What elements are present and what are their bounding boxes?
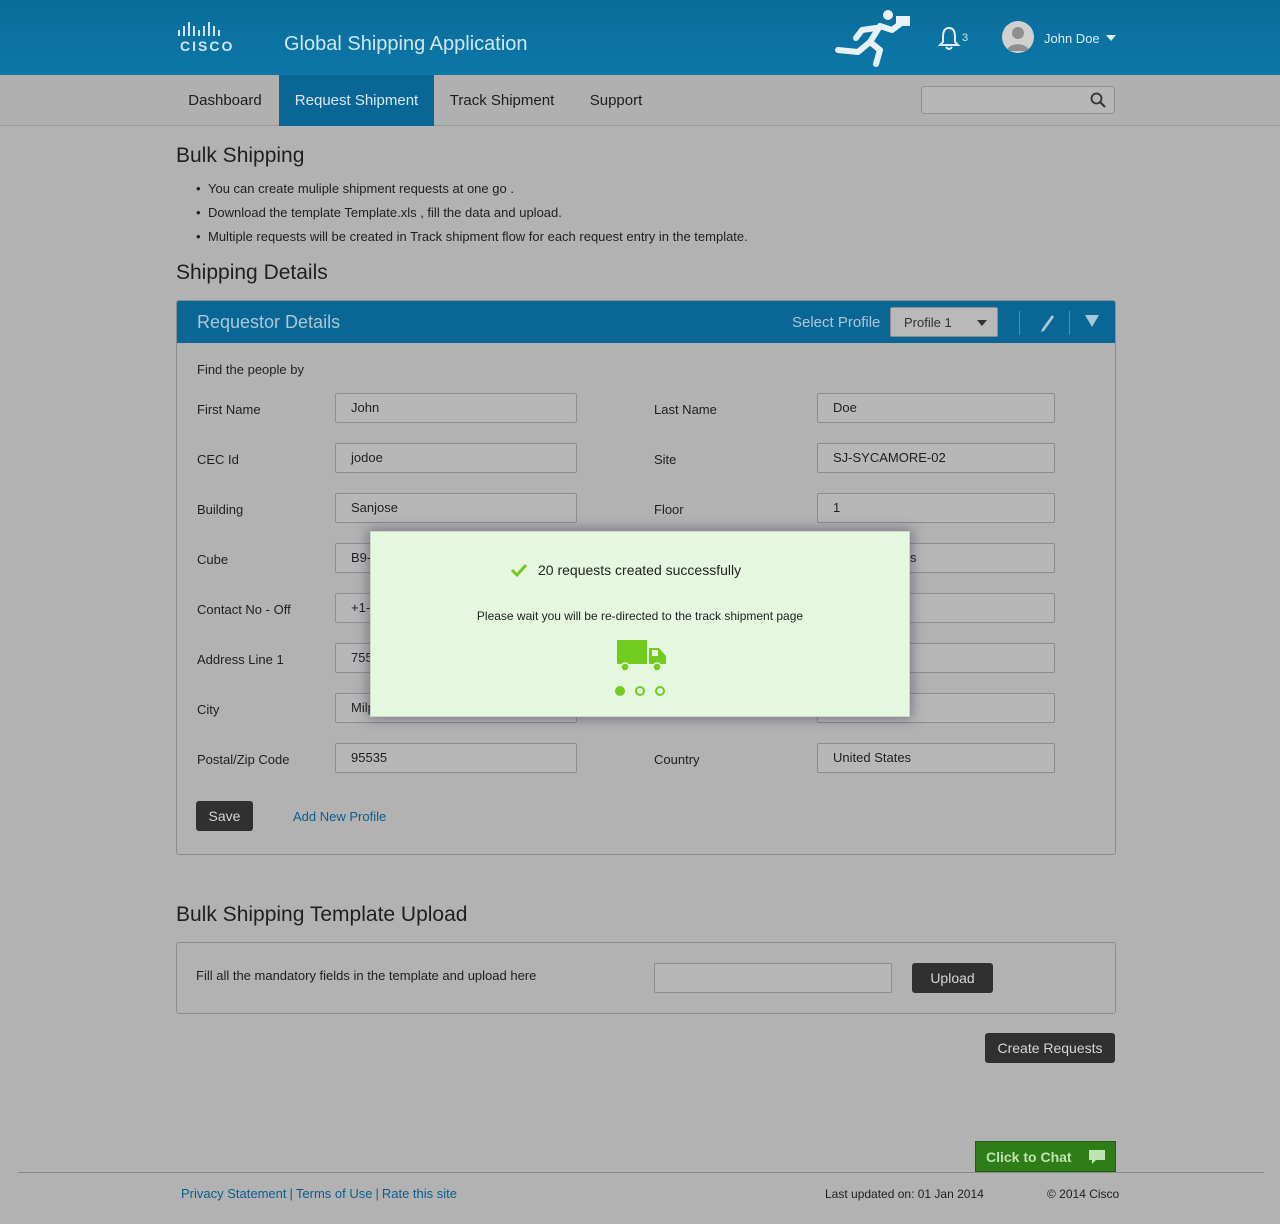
tab-request-shipment[interactable]: Request Shipment [279,75,434,126]
rate-this-site-link[interactable]: Rate this site [382,1186,457,1201]
footer-separator: | [375,1186,379,1201]
upload-panel: Fill all the mandatory fields in the tem… [176,942,1116,1014]
shipping-details-title: Shipping Details [176,261,328,284]
progress-dot [615,686,625,696]
last-updated: Last updated on: 01 Jan 2014 [825,1187,984,1201]
upload-title: Bulk Shipping Template Upload [176,903,468,926]
panel-header: Requestor Details Select Profile Profile… [177,301,1115,343]
chevron-down-icon[interactable] [1106,35,1116,41]
address-line1-label: Address Line 1 [197,652,284,667]
tab-dashboard[interactable]: Dashboard [176,75,274,126]
terms-of-use-link[interactable]: Terms of Use [296,1186,373,1201]
footer-divider [18,1172,1264,1173]
progress-dot [635,686,645,696]
find-by-label: Find the people by [197,362,304,377]
profile-select-value: Profile 1 [904,315,952,330]
add-new-profile-link[interactable]: Add New Profile [293,809,386,824]
avatar[interactable] [1002,21,1034,53]
divider [1019,311,1020,335]
logo-text: CISCO [180,38,235,54]
last-name-field[interactable]: Doe [817,393,1055,423]
search-input[interactable] [921,86,1115,114]
profile-select[interactable]: Profile 1 [890,307,998,337]
pencil-icon[interactable] [1038,312,1056,332]
modal-title: 20 requests created successfully [538,562,742,578]
list-item: Download the template Template.xls , fil… [196,204,748,228]
first-name-label: First Name [197,402,261,417]
panel-title: Requestor Details [197,312,341,332]
list-item: You can create muliple shipment requests… [196,180,748,204]
running-man-icon [835,10,910,67]
floor-field[interactable]: 1 [817,493,1055,523]
copyright: © 2014 Cisco [1047,1187,1120,1201]
create-requests-button[interactable]: Create Requests [985,1033,1115,1063]
last-name-label: Last Name [654,402,717,417]
cube-label: Cube [197,552,229,567]
bulk-instructions: You can create muliple shipment requests… [196,180,748,252]
footer-links: Privacy Statement | Terms of Use | Rate this… [181,1186,457,1201]
modal-message: Please wait you will be re-directed to t… [476,609,804,623]
user-name[interactable]: John Doe [1044,31,1100,46]
country-field[interactable]: United States [817,743,1055,773]
cec-id-label: CEC Id [197,452,239,467]
first-name-field[interactable]: John [335,393,577,423]
progress-dots [615,686,665,696]
tab-track-shipment[interactable]: Track Shipment [439,75,565,126]
notification-count: 3 [962,32,969,44]
save-button[interactable]: Save [196,801,253,831]
list-item: Multiple requests will be created in Tra… [196,228,748,252]
app-title: Global Shipping Application [284,33,528,55]
truck-icon [617,640,666,672]
divider [1069,311,1070,335]
click-to-chat-button[interactable]: Click to Chat [975,1141,1116,1172]
file-input[interactable] [654,963,892,993]
chat-bubble-icon [1089,1150,1105,1164]
upload-instruction: Fill all the mandatory fields in the tem… [196,968,537,983]
privacy-statement-link[interactable]: Privacy Statement [181,1186,287,1201]
country-label: Country [654,752,700,767]
building-label: Building [197,502,244,517]
contact-label: Contact No - Off [197,602,291,617]
footer-separator: | [289,1186,293,1201]
postal-code-label: Postal/Zip Code [197,752,290,767]
upload-button[interactable]: Upload [912,963,993,993]
success-modal: 20 requests created successfully Please … [370,531,910,717]
building-field[interactable]: Sanjose [335,493,577,523]
postal-code-field[interactable]: 95535 [335,743,577,773]
checkmark-icon [511,563,527,578]
app-header: CISCO Global Shipping Application 3 John… [0,0,1280,75]
progress-dot [655,686,665,696]
search-icon[interactable] [1090,92,1106,108]
logo-bars-icon [178,20,238,36]
user-icon [1007,27,1029,51]
collapse-icon[interactable] [1085,315,1099,327]
site-label: Site [654,452,677,467]
floor-label: Floor [654,502,684,517]
chevron-down-icon [977,320,987,326]
cisco-logo[interactable]: CISCO [176,20,238,56]
cec-id-field[interactable]: jodoe [335,443,577,473]
tab-support[interactable]: Support [578,75,654,126]
main-nav: Dashboard Request Shipment Track Shipmen… [0,75,1280,126]
site-field[interactable]: SJ-SYCAMORE-02 [817,443,1055,473]
select-profile-label: Select Profile [792,314,881,331]
city-label: City [197,702,220,717]
chat-label: Click to Chat [986,1149,1072,1165]
bulk-shipping-title: Bulk Shipping [176,144,305,167]
